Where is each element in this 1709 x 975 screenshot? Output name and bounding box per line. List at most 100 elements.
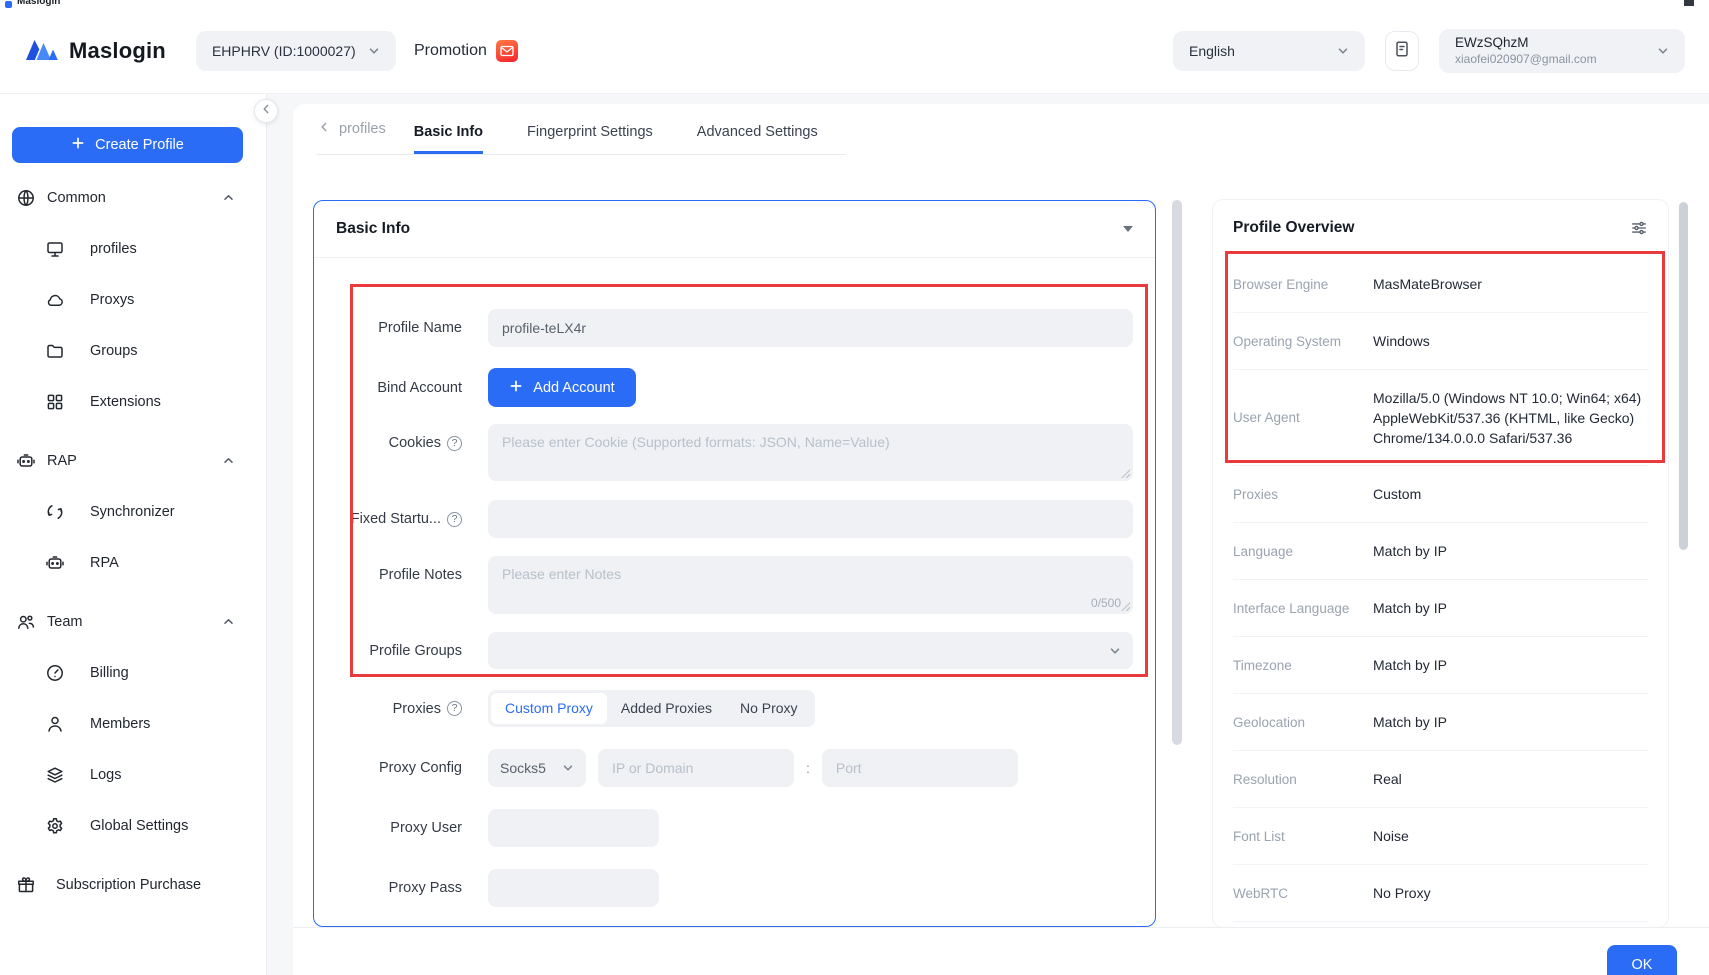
scrollbar-thumb[interactable] [1172,200,1182,745]
document-button[interactable] [1385,31,1419,71]
overview-row-value: Windows [1373,333,1648,349]
overview-row-value: Custom [1373,486,1648,502]
sidebar-section-team[interactable]: Team [0,596,266,647]
help-icon[interactable] [447,512,462,527]
proxy-pass-input[interactable] [488,869,659,907]
sidebar-item-members[interactable]: Members [0,698,266,749]
sidebar-item-label: RPA [90,555,119,571]
sidebar-item-label: Billing [90,665,129,681]
document-icon [1392,39,1412,64]
cookies-label: Cookies [344,424,462,462]
overview-row-value: Mozilla/5.0 (Windows NT 10.0; Win64; x64… [1373,388,1648,448]
sidebar-section-rap[interactable]: RAP [0,435,266,486]
proxy-option-no-proxy[interactable]: No Proxy [726,693,812,724]
chevron-left-icon [317,120,331,138]
tab-fingerprint-settings[interactable]: Fingerprint Settings [527,124,653,154]
proxy-protocol-select[interactable]: Socks5 [488,749,586,787]
sidebar-item-subscription-purchase[interactable]: Subscription Purchase [0,859,266,910]
host-port-separator: : [806,749,810,787]
gift-icon [16,875,36,895]
sidebar-item-proxys[interactable]: Proxys [0,274,266,325]
panel-scrollbar[interactable] [1172,200,1182,927]
sidebar-item-synchronizer[interactable]: Synchronizer [0,486,266,537]
overview-row-user-agent: User AgentMozilla/5.0 (Windows NT 10.0; … [1233,370,1648,466]
sidebar-item-profiles[interactable]: profiles [0,223,266,274]
workspace-selector[interactable]: EHPHRV (ID:1000027) [196,31,396,71]
proxy-user-input[interactable] [488,809,659,847]
sliders-icon[interactable] [1630,219,1648,237]
help-icon[interactable] [447,436,462,451]
profile-name-input[interactable] [488,309,1133,347]
proxies-label-text: Proxies [393,701,441,717]
sidebar-item-label: Members [90,716,150,732]
help-icon[interactable] [447,701,462,716]
ok-button[interactable]: OK [1607,945,1677,975]
add-account-button[interactable]: Add Account [488,368,636,407]
collapse-caret-icon[interactable] [1123,226,1133,232]
language-selector[interactable]: English [1173,31,1365,71]
profile-notes-label: Profile Notes [344,556,462,594]
plus-icon [509,379,523,397]
fixed-startup-input[interactable] [488,500,1133,538]
page-scrollbar-thumb[interactable] [1679,202,1688,550]
overview-row-label: Language [1233,544,1373,559]
proxy-protocol-value: Socks5 [500,760,546,776]
person-icon [45,714,65,734]
account-menu[interactable]: EWzSQhzM xiaofei020907@gmail.com [1439,29,1685,73]
profile-notes-textarea[interactable] [488,556,1133,614]
sidebar-item-rpa[interactable]: RPA [0,537,266,588]
breadcrumb-back[interactable]: profiles [317,120,386,154]
chevron-down-icon [368,45,380,57]
chevron-down-icon [1657,45,1669,57]
overview-row-label: User Agent [1233,410,1373,425]
overview-row-label: Font List [1233,829,1373,844]
sidebar-item-label: Subscription Purchase [56,877,201,893]
create-profile-button[interactable]: Create Profile [12,127,243,163]
sync-icon [45,502,65,522]
proxy-port-input[interactable] [822,749,1018,787]
sidebar-item-groups[interactable]: Groups [0,325,266,376]
overview-row-label: Interface Language [1233,601,1373,616]
overview-row-proxies: ProxiesCustom [1233,466,1648,523]
tab-basic-info[interactable]: Basic Info [414,124,483,154]
fixed-startup-label: Fixed Startu... [344,500,462,538]
sidebar-section-common[interactable]: Common [0,172,266,223]
tab-advanced-settings[interactable]: Advanced Settings [697,124,818,154]
sidebar-item-logs[interactable]: Logs [0,749,266,800]
overview-row-value: Match by IP [1373,714,1648,730]
titlebar-control-icon[interactable] [1684,0,1694,6]
overview-row-value: Match by IP [1373,543,1648,559]
sidebar-item-global-settings[interactable]: Global Settings [0,800,266,851]
sidebar-item-extensions[interactable]: Extensions [0,376,266,427]
robot-icon [16,451,36,471]
proxy-pass-label: Proxy Pass [344,869,462,907]
chevron-down-icon [1109,645,1121,657]
fixed-startup-label-text: Fixed Startu... [351,511,441,527]
overview-row-label: Resolution [1233,772,1373,787]
proxy-option-added-proxies[interactable]: Added Proxies [607,693,726,724]
chevron-down-icon [1337,45,1349,57]
app-header: Maslogin EHPHRV (ID:1000027) Promotion E… [0,9,1709,94]
folder-icon [45,341,65,361]
overview-row-browser-engine: Browser EngineMasMateBrowser [1233,256,1648,313]
sidebar-section-label: Common [47,190,106,206]
sidebar-item-label: Global Settings [90,818,188,834]
sidebar-item-label: Logs [90,767,121,783]
cookies-textarea[interactable] [488,424,1133,481]
sidebar-section-label: Team [47,614,82,630]
sidebar-collapse-button[interactable] [254,99,278,123]
overview-row-webrtc: WebRTCNo Proxy [1233,865,1648,922]
gear-icon [45,816,65,836]
sidebar-item-billing[interactable]: Billing [0,647,266,698]
field-profile-name: Profile Name [344,309,1133,347]
proxy-option-custom-proxy[interactable]: Custom Proxy [491,693,607,724]
sidebar-nav: CommonprofilesProxysGroupsExtensionsRAPS… [0,172,266,910]
proxies-label: Proxies [344,690,462,727]
team-icon [16,612,36,632]
profile-groups-select[interactable] [488,632,1133,669]
overview-row-label: Timezone [1233,658,1373,673]
titlebar-app-name: Maslogin [17,0,60,7]
proxy-host-input[interactable] [598,749,794,787]
overview-row-label: Browser Engine [1233,277,1373,292]
promotion-link[interactable]: Promotion [414,40,518,62]
